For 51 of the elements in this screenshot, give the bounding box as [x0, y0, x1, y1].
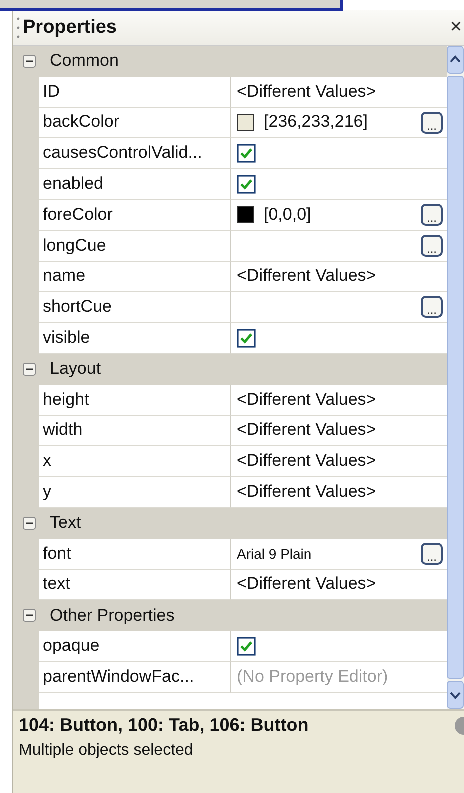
- property-value: <Different Values>: [237, 451, 376, 472]
- ellipsis-button[interactable]: ...: [421, 296, 443, 318]
- collapse-icon[interactable]: [23, 609, 36, 622]
- collapse-icon[interactable]: [23, 516, 36, 530]
- property-name[interactable]: text: [39, 570, 231, 600]
- category-label: Common: [50, 51, 119, 72]
- ellipsis-button[interactable]: ...: [421, 204, 443, 226]
- close-button[interactable]: ×: [450, 16, 464, 39]
- ellipsis-button[interactable]: ...: [421, 542, 443, 565]
- collapse-icon[interactable]: [23, 54, 36, 68]
- property-name[interactable]: shortCue: [39, 292, 231, 324]
- description-text: Multiple objects selected: [19, 742, 194, 760]
- property-value: <Different Values>: [237, 574, 376, 594]
- property-name[interactable]: longCue: [39, 230, 231, 262]
- property-value: [0,0,0]: [264, 204, 312, 225]
- checkbox[interactable]: [237, 636, 256, 656]
- category-label: Text: [50, 513, 82, 534]
- property-value: [236,233,216]: [264, 112, 368, 132]
- property-name[interactable]: opaque: [39, 631, 231, 662]
- property-name[interactable]: ID: [39, 76, 231, 108]
- property-name[interactable]: backColor: [39, 108, 231, 138]
- checkbox[interactable]: [237, 174, 256, 194]
- collapse-icon[interactable]: [23, 362, 36, 376]
- property-name[interactable]: causesControlValid...: [39, 138, 231, 170]
- description-title: 104: Button, 100: Tab, 106: Button: [19, 715, 309, 736]
- property-name[interactable]: name: [39, 262, 231, 292]
- category-label: Layout: [50, 359, 102, 380]
- property-name[interactable]: enabled: [39, 169, 231, 200]
- property-name[interactable]: height: [39, 384, 231, 416]
- property-value: <Different Values>: [237, 266, 376, 286]
- ellipsis-button[interactable]: ...: [421, 234, 443, 257]
- property-value: <Different Values>: [237, 82, 376, 102]
- checkbox[interactable]: [237, 144, 256, 163]
- category-label: Other Properties: [50, 606, 175, 626]
- property-value: <Different Values>: [237, 390, 376, 410]
- panel-title: Properties: [23, 16, 118, 38]
- property-name[interactable]: font: [39, 538, 231, 570]
- ellipsis-button[interactable]: ...: [421, 112, 443, 134]
- scroll-down-icon[interactable]: [447, 681, 464, 709]
- grip-icon: [17, 16, 20, 40]
- property-value: Arial 9 Plain: [237, 546, 312, 562]
- property-name[interactable]: width: [39, 416, 231, 446]
- property-value: <Different Values>: [237, 482, 376, 502]
- property-name[interactable]: foreColor: [39, 200, 231, 231]
- property-value: <Different Values>: [237, 420, 376, 440]
- scroll-up-icon[interactable]: [447, 46, 464, 74]
- checkbox[interactable]: [237, 328, 256, 348]
- property-name[interactable]: y: [39, 477, 231, 508]
- property-value: (No Property Editor): [237, 666, 388, 687]
- property-name[interactable]: visible: [39, 323, 231, 354]
- property-name[interactable]: x: [39, 446, 231, 478]
